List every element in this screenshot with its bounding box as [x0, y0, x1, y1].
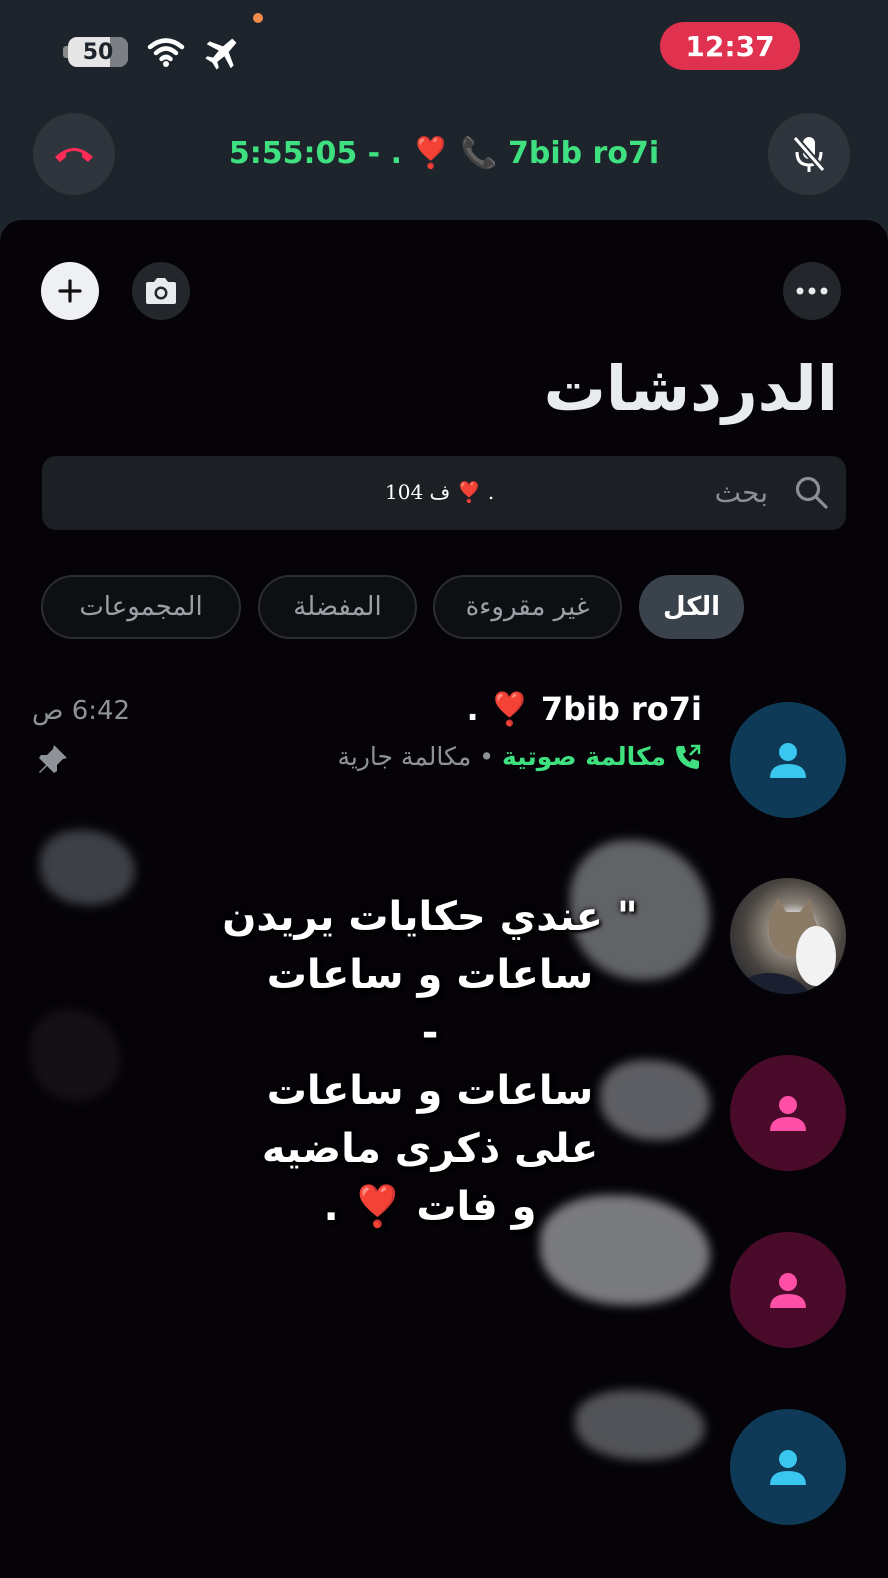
call-type-label: مكالمة صوتية [501, 742, 666, 771]
top-bar: 50 12:37 5:55:05 - . ❣️ 📞 7bib ro7i [0, 0, 888, 240]
pin-icon [39, 745, 67, 773]
search-placeholder: بحث [714, 476, 768, 509]
chat-name: . ❣️ 7bib ro7i [466, 690, 702, 728]
ongoing-call-label[interactable]: 5:55:05 - . ❣️ 📞 7bib ro7i [200, 136, 688, 171]
person-icon [770, 1450, 806, 1485]
ellipsis-icon [796, 287, 828, 295]
tab-all[interactable]: الكل [639, 575, 744, 639]
new-chat-button[interactable] [41, 262, 99, 320]
battery-icon: 50 [63, 37, 128, 67]
lyric-line: - [421, 1010, 439, 1056]
avatar[interactable] [730, 1409, 846, 1525]
person-icon [770, 1096, 806, 1131]
end-call-button[interactable] [33, 113, 115, 195]
call-status-label: مكالمة جارية [337, 742, 472, 771]
cat-photo-icon [730, 898, 836, 994]
mute-button[interactable] [768, 113, 850, 195]
tab-groups[interactable]: المجموعات [41, 575, 241, 639]
battery-level: 50 [82, 39, 114, 65]
separator-dot: • [479, 742, 494, 771]
airplane-icon [205, 38, 237, 70]
chat-time: 6:42 ص [32, 696, 131, 726]
tab-unread[interactable]: غير مقروءة [433, 575, 622, 639]
camera-button[interactable] [132, 262, 190, 320]
privacy-indicator-dot [253, 13, 263, 23]
tab-all-label: الكل [663, 592, 721, 622]
phone-call-icon [676, 744, 701, 769]
avatar [730, 878, 846, 994]
lyric-line: و فات ❣️ . [323, 1184, 537, 1230]
lyric-line: على ذكرى ماضيه [261, 1126, 599, 1172]
search-overlay-caption: ف 104 ❣️ . [385, 480, 495, 504]
tab-unread-label: غير مقروءة [465, 592, 590, 622]
mic-off-icon [792, 135, 826, 173]
status-time: 12:37 [685, 29, 775, 63]
tab-groups-label: المجموعات [79, 592, 203, 622]
wifi-icon [147, 38, 185, 67]
tab-favorites-label: المفضلة [293, 592, 382, 622]
search-icon [795, 476, 828, 509]
tab-favorites[interactable]: المفضلة [258, 575, 417, 639]
plus-icon [58, 279, 82, 303]
lyric-line: ساعات و ساعات [266, 952, 594, 998]
avatar [730, 702, 846, 818]
person-icon [770, 743, 806, 778]
status-icons: 50 [63, 34, 242, 70]
more-options-button[interactable] [783, 262, 841, 320]
overlay-lyrics: " عندي حكايات يريدن ساعات و ساعات - ساعا… [200, 888, 660, 1236]
avatar[interactable] [730, 1055, 846, 1171]
phone-hangup-icon [55, 148, 93, 162]
avatar[interactable] [730, 1232, 846, 1348]
lyric-line: ساعات و ساعات [266, 1068, 594, 1114]
page-title: الدردشات [543, 352, 838, 425]
person-icon [770, 1273, 806, 1308]
chat-status: مكالمة صوتية • مكالمة جارية [337, 742, 702, 771]
camera-icon [146, 278, 176, 304]
lyric-line: " عندي حكايات يريدن [222, 894, 638, 940]
status-time-pill[interactable]: 12:37 [660, 22, 800, 70]
